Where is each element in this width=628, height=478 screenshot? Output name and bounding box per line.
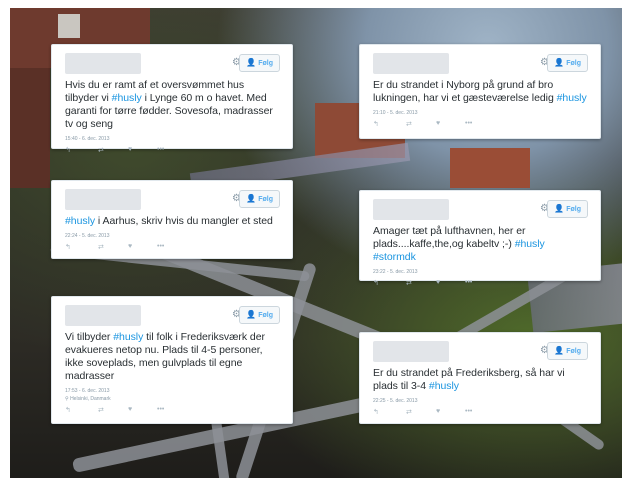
reply-icon[interactable]: ↰	[65, 243, 71, 251]
follow-icon: 👤	[246, 194, 257, 203]
follow-icon: 👤	[246, 310, 257, 319]
more-icon[interactable]: •••	[157, 406, 164, 413]
tweet-timestamp[interactable]: 23:22 - 5. dec. 2013	[373, 269, 588, 275]
retweet-icon[interactable]: ⇄	[406, 120, 412, 128]
tweet-timestamp[interactable]: 22:24 - 5. dec. 2013	[65, 233, 280, 239]
tweet-text: Er du strandet på Frederiksberg, så har …	[373, 367, 588, 393]
follow-icon: 👤	[554, 58, 565, 67]
tweet-card[interactable]: ⚙ 👤 Følg #husly i Aarhus, skriv hvis du m…	[51, 180, 293, 259]
follow-label: Følg	[566, 60, 581, 67]
retweet-icon[interactable]: ⇄	[98, 243, 104, 251]
tweet-actions: ↰ ⇄ ♥ •••	[65, 146, 280, 156]
retweet-icon[interactable]: ⇄	[406, 279, 412, 287]
follow-button[interactable]: 👤 Følg	[239, 190, 280, 208]
blurred-user-name[interactable]	[65, 53, 141, 74]
follow-button[interactable]: 👤 Følg	[547, 342, 588, 360]
follow-button[interactable]: 👤 Følg	[547, 54, 588, 72]
reply-icon[interactable]: ↰	[65, 146, 71, 154]
follow-button[interactable]: 👤 Følg	[239, 306, 280, 324]
tweet-actions: ↰ ⇄ ♥ •••	[373, 279, 588, 289]
follow-button[interactable]: 👤 Følg	[239, 54, 280, 72]
tweet-text: Amager tæt på lufthavnen, her er plads..…	[373, 225, 588, 264]
reply-icon[interactable]: ↰	[373, 408, 379, 416]
tweet-card[interactable]: ⚙ 👤 Følg Amager tæt på lufthavnen, her er…	[359, 190, 601, 287]
tweet-location[interactable]: ⚲ Helsinki, Danmark	[65, 396, 280, 402]
hashtag-link[interactable]: #husly	[113, 331, 143, 343]
heart-icon[interactable]: ♥	[436, 279, 440, 286]
hashtag-link[interactable]: #husly	[515, 238, 545, 250]
tweet-actions: ↰ ⇄ ♥ •••	[65, 406, 280, 416]
retweet-icon[interactable]: ⇄	[406, 408, 412, 416]
more-icon[interactable]: •••	[465, 408, 472, 415]
tweet-text-segment: Er du strandet på Frederiksberg, så har …	[373, 367, 565, 392]
hashtag-link[interactable]: #husly	[65, 215, 95, 227]
hashtag-link[interactable]: #husly	[112, 92, 142, 104]
blurred-user-name[interactable]	[373, 341, 449, 362]
follow-label: Følg	[258, 312, 273, 319]
follow-label: Følg	[566, 348, 581, 355]
blurred-user-name[interactable]	[65, 189, 141, 210]
tweet-text-segment: Vi tilbyder	[65, 331, 114, 343]
retweet-icon[interactable]: ⇄	[98, 406, 104, 414]
tweet-text: Vi tilbyder #husly til folk i Frederiksv…	[65, 331, 280, 383]
tweet-timestamp[interactable]: 21:10 - 5. dec. 2013	[373, 110, 588, 116]
tweet-actions: ↰ ⇄ ♥ •••	[373, 408, 588, 418]
tweet-timestamp[interactable]: 15:40 - 6. dec. 2013	[65, 136, 280, 142]
tweet-text: #husly i Aarhus, skriv hvis du mangler e…	[65, 215, 280, 228]
more-icon[interactable]: •••	[157, 146, 164, 153]
blurred-user-name[interactable]	[373, 199, 449, 220]
reply-icon[interactable]: ↰	[373, 279, 379, 287]
follow-icon: 👤	[554, 204, 565, 213]
tweet-card[interactable]: ⚙ 👤 Følg Er du strandet på Frederiksberg,…	[359, 332, 601, 424]
hashtag-link[interactable]: #husly	[557, 92, 587, 104]
tweet-card[interactable]: ⚙ 👤 Følg Vi tilbyder #husly til folk i Fr…	[51, 296, 293, 424]
follow-label: Følg	[258, 60, 273, 67]
tweet-text: Hvis du er ramt af et oversvømmet hus ti…	[65, 79, 280, 131]
follow-label: Følg	[258, 196, 273, 203]
follow-icon: 👤	[554, 346, 565, 355]
tweet-actions: ↰ ⇄ ♥ •••	[65, 243, 280, 253]
tweet-text-segment: i Aarhus, skriv hvis du mangler et sted	[95, 215, 273, 227]
hashtag-link[interactable]: #stormdk	[373, 251, 416, 263]
tweet-timestamp[interactable]: 22:25 - 5. dec. 2013	[373, 398, 588, 404]
more-icon[interactable]: •••	[157, 243, 164, 250]
tweet-text-segment: Er du strandet i Nyborg på grund af bro …	[373, 79, 557, 104]
tweet-text-segment: Amager tæt på lufthavnen, her er plads..…	[373, 225, 526, 250]
heart-icon[interactable]: ♥	[436, 408, 440, 415]
heart-icon[interactable]: ♥	[128, 146, 132, 153]
retweet-icon[interactable]: ⇄	[98, 146, 104, 154]
tweet-card[interactable]: ⚙ 👤 Følg Er du strandet i Nyborg på grund…	[359, 44, 601, 139]
heart-icon[interactable]: ♥	[436, 120, 440, 127]
tweet-text: Er du strandet i Nyborg på grund af bro …	[373, 79, 588, 105]
blurred-user-name[interactable]	[65, 305, 141, 326]
tweet-timestamp[interactable]: 17:53 - 6. dec. 2013	[65, 388, 280, 394]
heart-icon[interactable]: ♥	[128, 243, 132, 250]
heart-icon[interactable]: ♥	[128, 406, 132, 413]
follow-label: Følg	[566, 206, 581, 213]
location-label: Helsinki, Danmark	[70, 396, 111, 402]
more-icon[interactable]: •••	[465, 279, 472, 286]
tweet-card[interactable]: ⚙ 👤 Følg Hvis du er ramt af et oversvømme…	[51, 44, 293, 154]
tweet-actions: ↰ ⇄ ♥ •••	[373, 120, 588, 130]
follow-icon: 👤	[246, 58, 257, 67]
hashtag-link[interactable]: #husly	[429, 380, 459, 392]
reply-icon[interactable]: ↰	[65, 406, 71, 414]
more-icon[interactable]: •••	[465, 120, 472, 127]
blurred-user-name[interactable]	[373, 53, 449, 74]
follow-button[interactable]: 👤 Følg	[547, 200, 588, 218]
reply-icon[interactable]: ↰	[373, 120, 379, 128]
